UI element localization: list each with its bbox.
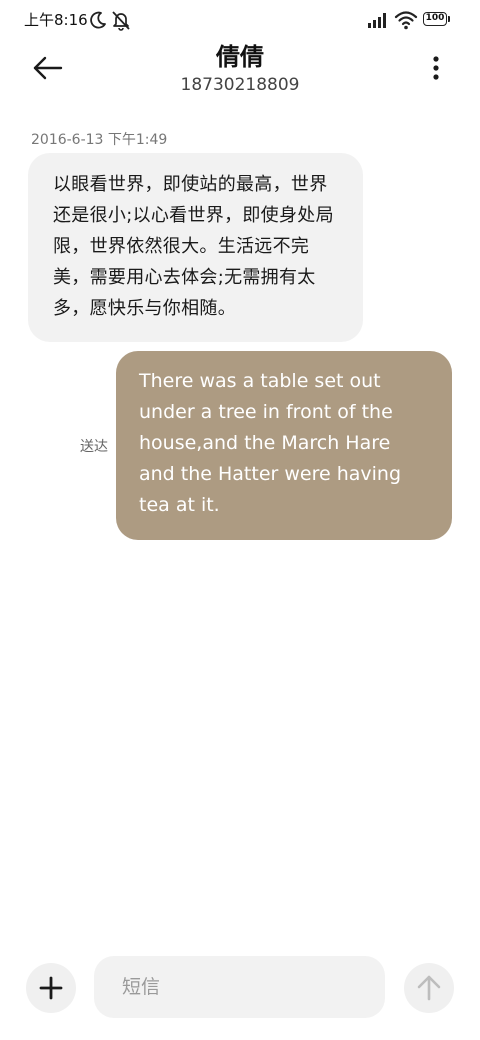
conversation-screen: 上午8:16 100 倩倩 18730218809 2016-6-13 下午1:… — [0, 0, 480, 1040]
status-time: 上午8:16 — [24, 11, 88, 29]
contact-name[interactable]: 倩倩 — [140, 42, 340, 72]
message-input[interactable]: 短信 — [94, 956, 385, 1018]
plus-icon — [39, 976, 63, 1000]
moon-icon — [90, 11, 106, 29]
battery-icon: 100 — [423, 12, 447, 26]
arrow-up-icon — [417, 975, 441, 1001]
conversation-header: 倩倩 18730218809 — [0, 40, 480, 102]
status-bar: 上午8:16 100 — [0, 0, 480, 40]
outgoing-message-bubble[interactable]: There was a table set out under a tree i… — [116, 351, 452, 540]
incoming-message-bubble[interactable]: 以眼看世界，即使站的最高，世界还是很小;以心看世界，即使身处局限，世界依然很大。… — [28, 153, 363, 342]
back-arrow-icon[interactable] — [28, 52, 68, 84]
add-attachment-button[interactable] — [26, 963, 76, 1013]
message-timestamp: 2016-6-13 下午1:49 — [31, 132, 168, 148]
signal-icon — [368, 13, 386, 28]
battery-nub — [448, 16, 450, 22]
mute-bell-icon — [112, 11, 130, 31]
more-options-icon[interactable] — [424, 52, 448, 84]
contact-number[interactable]: 18730218809 — [140, 74, 340, 96]
delivery-status: 送达 — [80, 439, 108, 455]
wifi-icon — [394, 11, 418, 30]
send-button[interactable] — [404, 963, 454, 1013]
